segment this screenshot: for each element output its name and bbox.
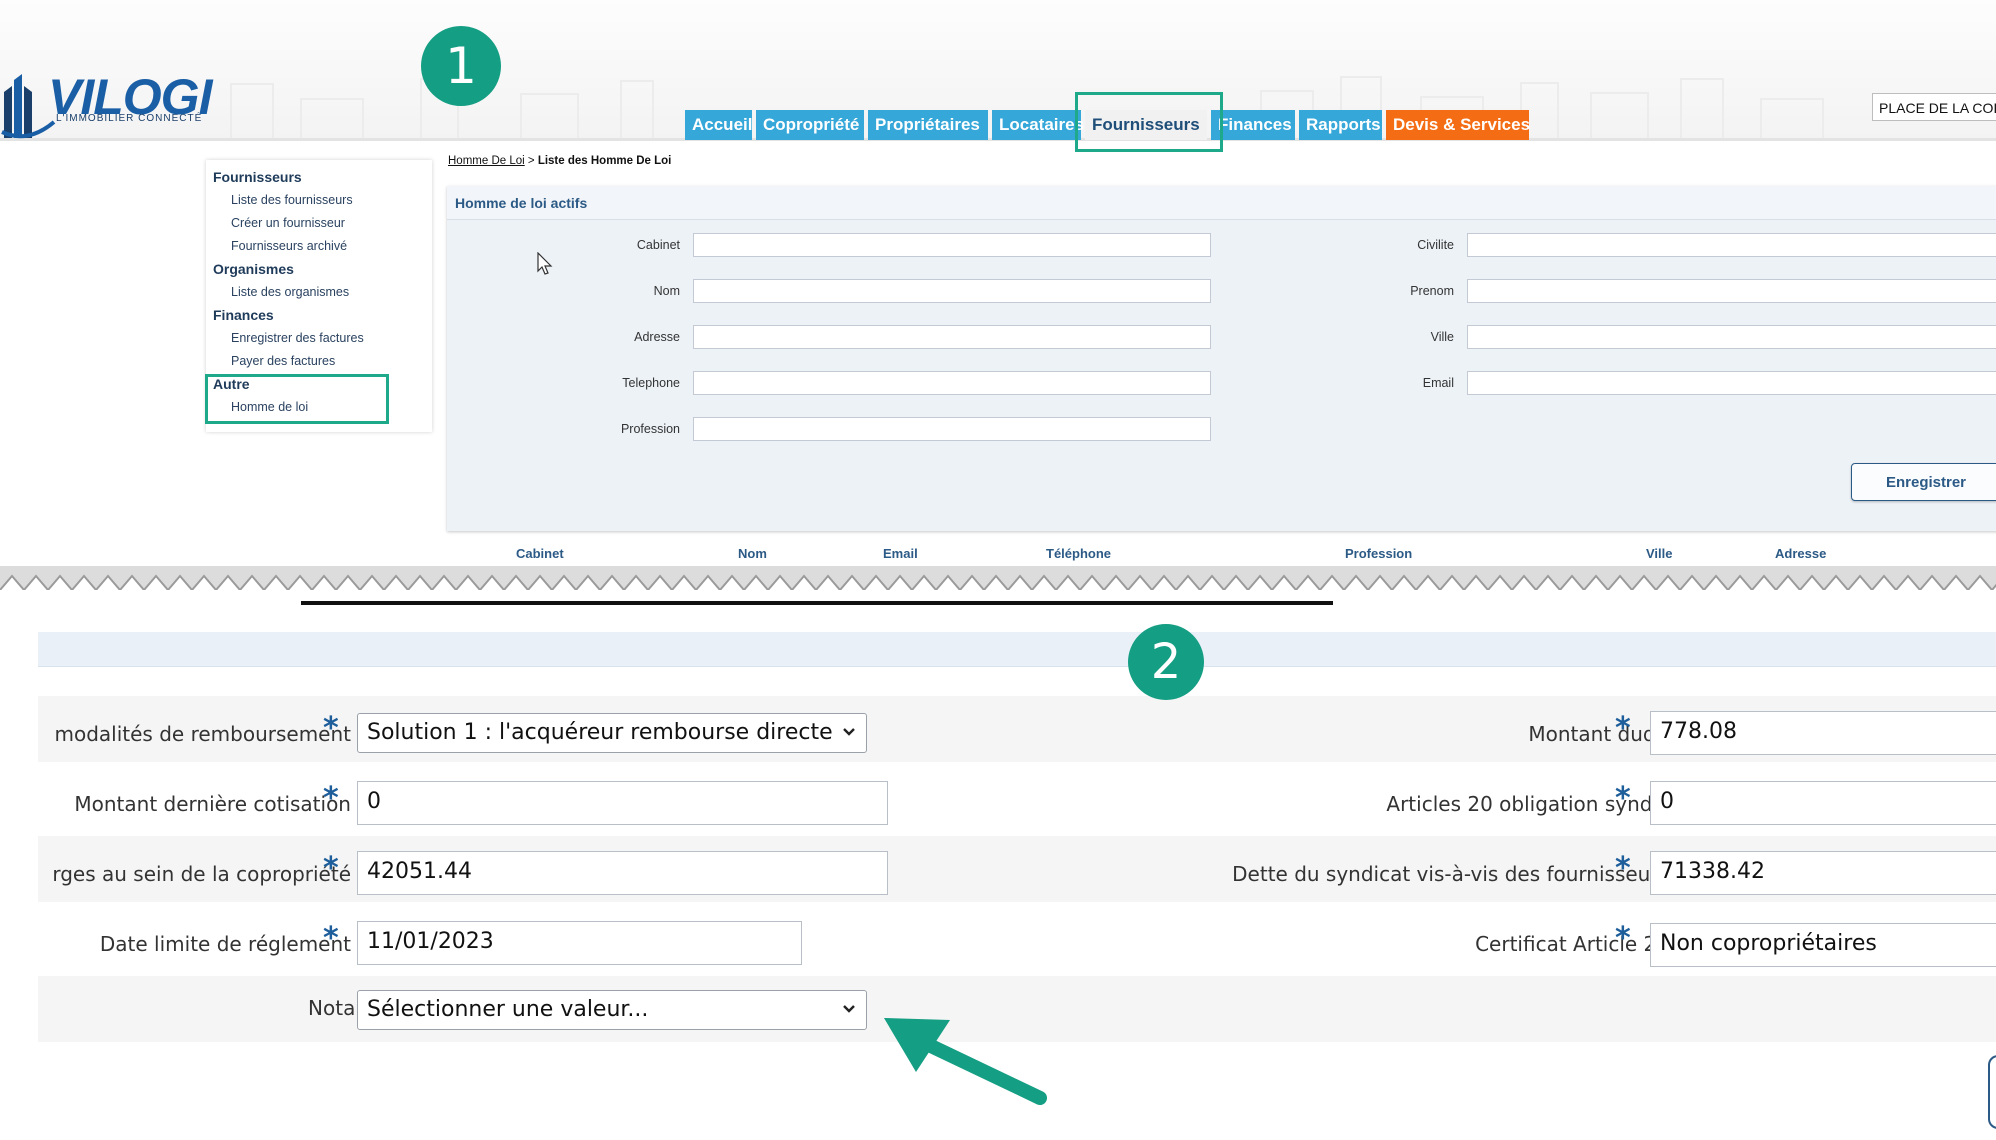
label-dette-syndicat-fournisseurs: Dette du syndicat vis-à-vis des fourniss…: [1232, 862, 1669, 886]
required-marker: *: [323, 781, 339, 816]
sidebar-section-finances: Finances: [213, 307, 274, 323]
breadcrumb: Homme De Loi > Liste des Homme De Loi: [448, 155, 671, 167]
label-prenom: Prenom: [1410, 284, 1454, 298]
nom-input[interactable]: [693, 279, 1211, 303]
label-profession: Profession: [620, 422, 680, 436]
column-nom[interactable]: Nom: [738, 546, 767, 561]
sidebar-item-creer-fournisseur[interactable]: Créer un fournisseur: [231, 216, 345, 230]
label-cabinet: Cabinet: [636, 238, 680, 252]
chevron-down-icon: [843, 1005, 855, 1013]
mouse-cursor-icon: [537, 252, 553, 275]
breadcrumb-link[interactable]: Homme De Loi: [448, 155, 525, 167]
profession-input[interactable]: [693, 417, 1211, 441]
montant-derniere-cotisation-input[interactable]: 0: [357, 781, 888, 825]
montant-dudit-input[interactable]: 778.08: [1650, 711, 1996, 755]
label-montant-derniere-cotisation: Montant dernière cotisation: [74, 792, 351, 816]
column-telephone[interactable]: Téléphone: [1046, 546, 1111, 561]
required-marker: *: [1615, 781, 1631, 816]
label-charges-copropriete: rges au sein de la copropriété: [52, 862, 351, 886]
column-cabinet[interactable]: Cabinet: [516, 546, 564, 561]
certificat-article-20-input[interactable]: Non copropriétaires: [1650, 923, 1996, 967]
form-header-bar: [38, 632, 1996, 667]
civilite-input[interactable]: [1467, 233, 1996, 257]
sidebar-item-payer-factures[interactable]: Payer des factures: [231, 354, 335, 368]
sidebar-section-fournisseurs: Fournisseurs: [213, 169, 302, 185]
breadcrumb-current: Liste des Homme De Loi: [537, 155, 672, 167]
save-button[interactable]: Enregistrer: [1851, 463, 1996, 501]
required-marker: *: [323, 711, 339, 746]
panel-title: Homme de loi actifs: [455, 195, 588, 211]
section-separator: [301, 601, 1333, 605]
modalites-remboursement-select[interactable]: Solution 1 : l'acquéreur rembourse direc…: [357, 713, 867, 753]
place-selector[interactable]: PLACE DE LA COI: [1872, 93, 1996, 121]
charges-copropriete-input[interactable]: 42051.44: [357, 851, 888, 895]
tab-copropriete[interactable]: Copropriété: [756, 110, 864, 140]
label-montant-dudit: Montant dudit: [1528, 722, 1669, 746]
scroll-handle[interactable]: [1988, 1055, 1996, 1129]
label-nom: Nom: [653, 284, 680, 298]
panel-header: Homme de loi actifs: [447, 186, 1996, 220]
cabinet-input[interactable]: [693, 233, 1211, 257]
step-2-badge: 2: [1128, 624, 1204, 700]
tab-finances[interactable]: Finances: [1211, 110, 1295, 140]
label-telephone: Telephone: [622, 376, 680, 390]
required-marker: *: [323, 921, 339, 956]
email-input[interactable]: [1467, 371, 1996, 395]
label-modalites-remboursement: modalités de remboursement: [54, 722, 352, 746]
required-marker: *: [1615, 921, 1631, 956]
label-certificat-article-20: Certificat Article 20: [1475, 932, 1669, 956]
tab-devis-services[interactable]: Devis & Services: [1386, 110, 1530, 140]
tab-proprietaires[interactable]: Propriétaires: [868, 110, 988, 140]
telephone-input[interactable]: [693, 371, 1211, 395]
column-email[interactable]: Email: [883, 546, 918, 561]
label-date-limite-reglement: Date limite de réglement: [99, 932, 351, 956]
adresse-input[interactable]: [693, 325, 1211, 349]
ville-input[interactable]: [1467, 325, 1996, 349]
required-marker: *: [1615, 851, 1631, 886]
homme-de-loi-table-header: Cabinet Nom Email Téléphone Profession V…: [447, 540, 1996, 568]
dette-syndicat-fournisseurs-input[interactable]: 71338.42: [1650, 851, 1996, 895]
sidebar-item-liste-organismes[interactable]: Liste des organismes: [231, 285, 349, 299]
prenom-input[interactable]: [1467, 279, 1996, 303]
label-civilite: Civilite: [1417, 238, 1454, 252]
logo-tagline: L'IMMOBILIER CONNECTÉ: [56, 113, 203, 124]
tab-rapports[interactable]: Rapports: [1299, 110, 1382, 140]
articles-20-obligation-syndic-input[interactable]: 0: [1650, 781, 1996, 825]
sidebar-section-organismes: Organismes: [213, 261, 294, 277]
sidebar-item-enregistrer-factures[interactable]: Enregistrer des factures: [231, 331, 364, 345]
label-ville: Ville: [1430, 330, 1454, 344]
highlight-fournisseurs-tab: [1075, 92, 1223, 152]
step-1-badge: 1: [421, 26, 501, 106]
column-profession[interactable]: Profession: [1345, 546, 1412, 561]
screenshot-homme-de-loi: VILOGI L'IMMOBILIER CONNECTÉ Accueil Cop…: [0, 0, 1996, 590]
sidebar-item-fournisseurs-archive[interactable]: Fournisseurs archivé: [231, 239, 347, 253]
tab-locataires[interactable]: Locataires: [992, 110, 1084, 140]
label-email: Email: [1422, 376, 1454, 390]
chevron-down-icon: [843, 728, 855, 736]
date-limite-reglement-input[interactable]: 11/01/2023: [357, 921, 802, 965]
highlight-homme-de-loi: [205, 374, 389, 424]
modalites-remboursement-value: Solution 1 : l'acquéreur rembourse direc…: [367, 720, 833, 745]
notaire-select[interactable]: Sélectionner une valeur...: [357, 990, 867, 1030]
notaire-select-value: Sélectionner une valeur...: [367, 997, 649, 1022]
torn-edge: [0, 566, 1996, 590]
required-marker: *: [323, 851, 339, 886]
required-marker: *: [1615, 711, 1631, 746]
breadcrumb-separator: >: [524, 155, 538, 167]
column-ville[interactable]: Ville: [1646, 546, 1673, 561]
sidebar-item-liste-fournisseurs[interactable]: Liste des fournisseurs: [231, 193, 353, 207]
tab-accueil[interactable]: Accueil: [685, 110, 752, 140]
pointer-arrow-icon: [884, 1018, 1047, 1105]
column-adresse[interactable]: Adresse: [1775, 546, 1826, 561]
label-adresse: Adresse: [634, 330, 680, 344]
